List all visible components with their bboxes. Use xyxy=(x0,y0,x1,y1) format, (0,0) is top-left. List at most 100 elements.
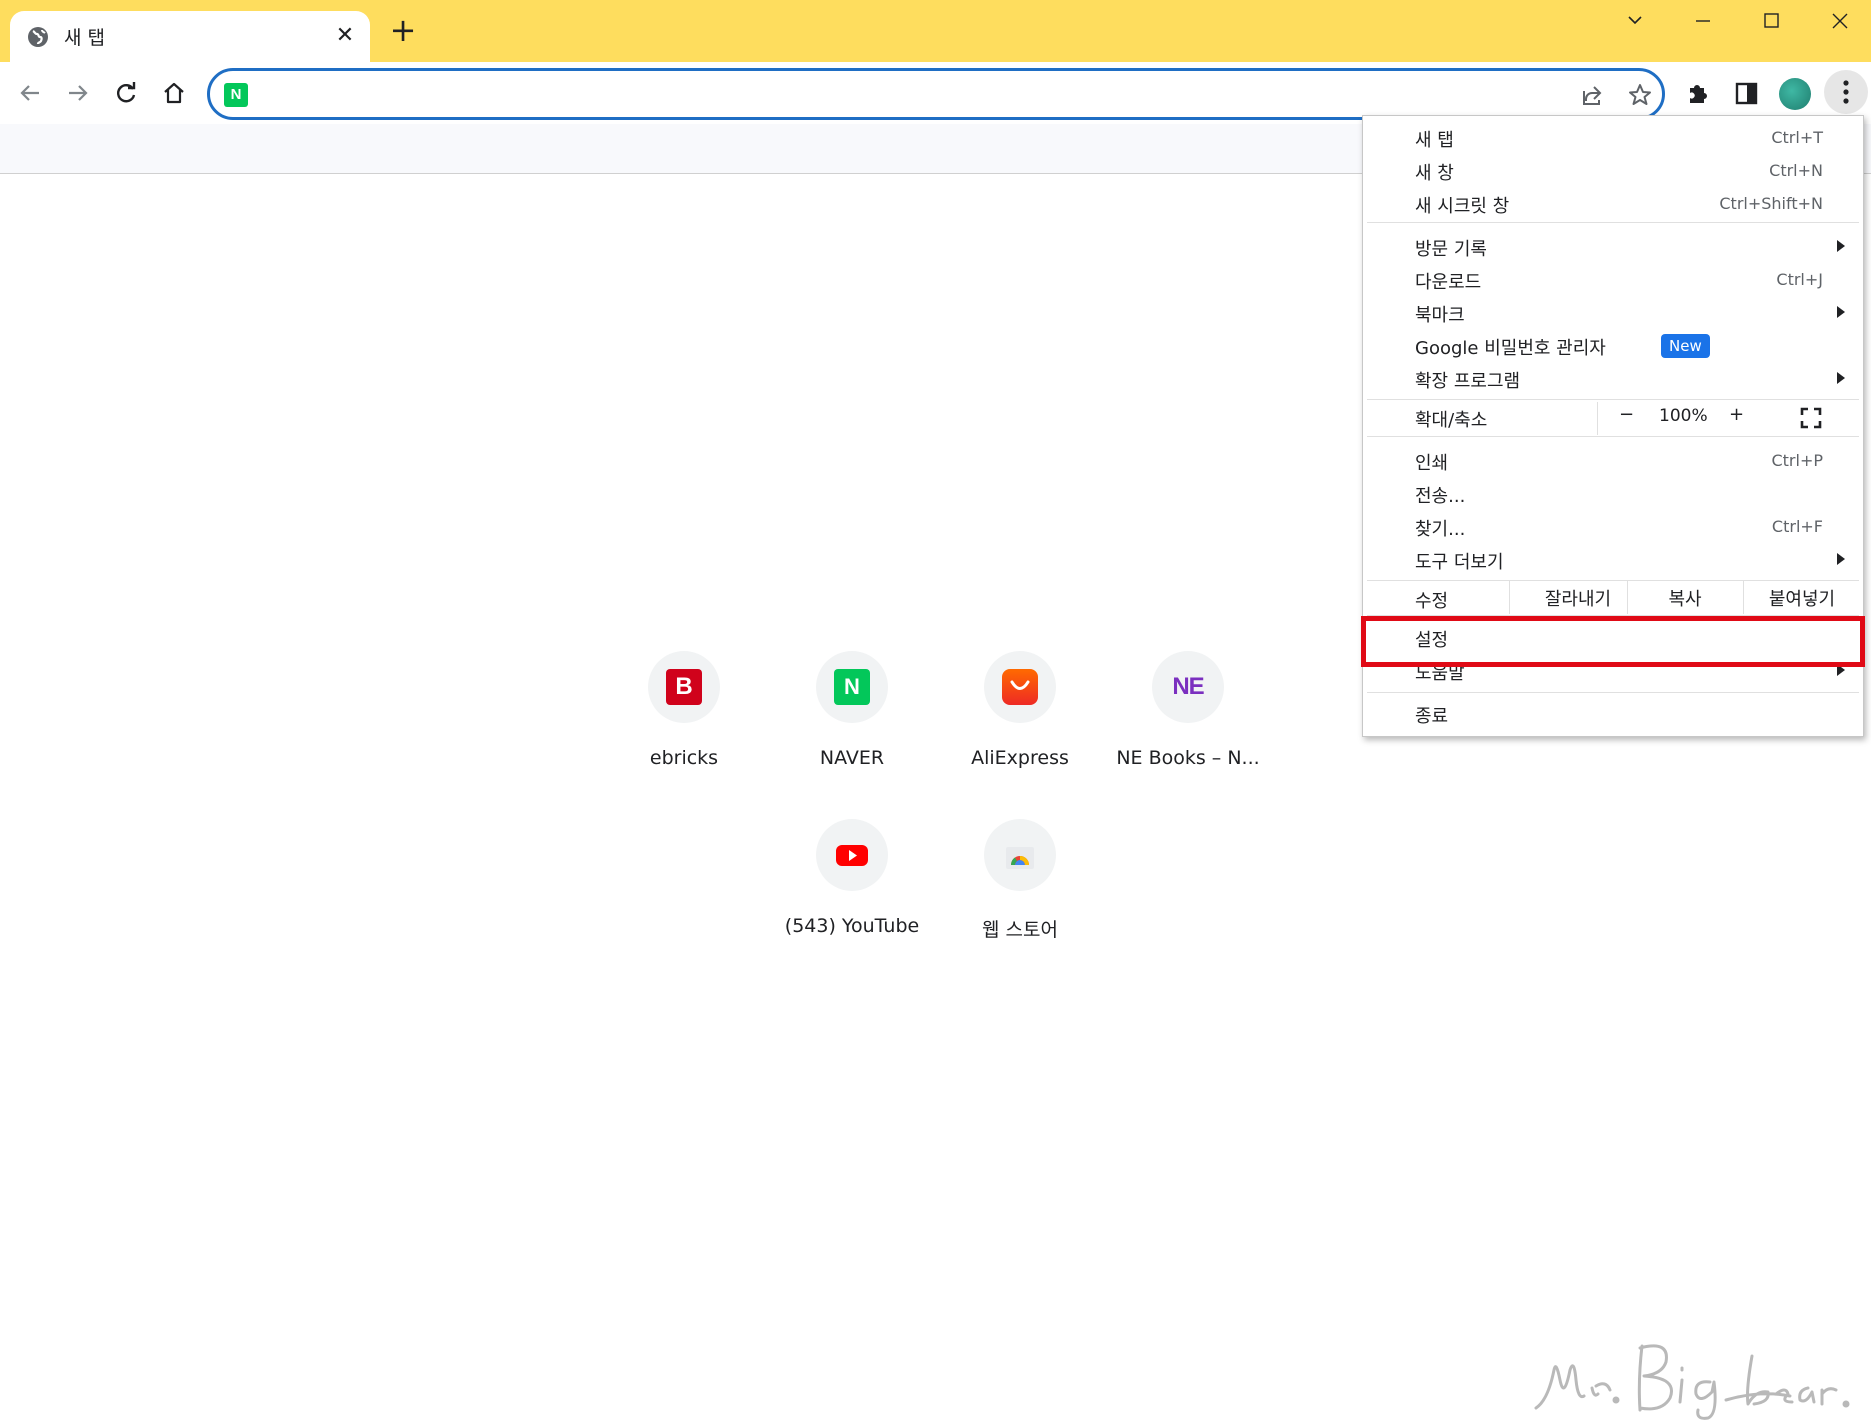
shortcut-ne-books[interactable]: NE NE Books – N... xyxy=(1113,651,1263,801)
ne-books-logo-icon: NE xyxy=(1172,673,1204,700)
menu-item-extensions[interactable]: 확장 프로그램 xyxy=(1363,363,1863,396)
submenu-arrow-icon xyxy=(1837,553,1845,565)
new-badge: New xyxy=(1661,334,1710,358)
shortcut-icon-circle: B xyxy=(648,651,720,723)
shortcut-aliexpress[interactable]: AliExpress xyxy=(945,651,1095,801)
menu-item-exit[interactable]: 종료 xyxy=(1363,698,1863,731)
zoom-out-button[interactable]: − xyxy=(1619,404,1634,425)
edit-divider xyxy=(1509,581,1510,614)
window-close-icon[interactable] xyxy=(1820,6,1860,36)
menu-separator xyxy=(1367,399,1859,400)
submenu-arrow-icon xyxy=(1837,306,1845,318)
menu-separator xyxy=(1367,692,1859,693)
youtube-play-icon xyxy=(834,837,870,873)
menu-item-label: 방문 기록 xyxy=(1415,239,1487,260)
cut-button[interactable]: 잘라내기 xyxy=(1529,585,1627,611)
menu-item-downloads[interactable]: 다운로드 Ctrl+J xyxy=(1363,264,1863,297)
submenu-arrow-icon xyxy=(1837,240,1845,252)
shortcut-icon-circle xyxy=(984,651,1056,723)
paste-button[interactable]: 붙여넣기 xyxy=(1745,585,1859,611)
menu-item-print[interactable]: 인쇄 Ctrl+P xyxy=(1363,445,1863,478)
menu-item-label: 인쇄 xyxy=(1415,453,1449,474)
forward-arrow-icon[interactable] xyxy=(61,76,95,110)
shortcut-youtube[interactable]: (543) YouTube xyxy=(777,819,927,969)
submenu-arrow-icon xyxy=(1837,372,1845,384)
shortcut-icon-circle xyxy=(816,819,888,891)
extensions-puzzle-icon[interactable] xyxy=(1681,76,1715,110)
copy-button[interactable]: 복사 xyxy=(1627,585,1743,611)
menu-item-new-window[interactable]: 새 창 Ctrl+N xyxy=(1363,155,1863,188)
side-panel-icon[interactable] xyxy=(1729,76,1763,110)
settings-highlight-box xyxy=(1361,616,1865,667)
menu-item-cast[interactable]: 전송... xyxy=(1363,478,1863,511)
fullscreen-icon[interactable] xyxy=(1799,406,1823,430)
menu-separator xyxy=(1367,436,1859,437)
menu-item-label: 북마크 xyxy=(1415,305,1465,326)
shortcut-label: ebricks xyxy=(649,747,719,769)
more-menu-button[interactable] xyxy=(1824,70,1868,114)
menu-item-new-incognito[interactable]: 새 시크릿 창 Ctrl+Shift+N xyxy=(1363,188,1863,221)
profile-avatar[interactable] xyxy=(1779,78,1811,110)
aliexpress-bag-icon xyxy=(1002,669,1038,705)
shortcut-label: NE Books – N... xyxy=(1116,747,1260,769)
shortcut-icon-circle xyxy=(984,819,1056,891)
menu-separator xyxy=(1367,222,1859,223)
shortcut-ebricks[interactable]: B ebricks xyxy=(609,651,759,801)
shortcut-naver[interactable]: N NAVER xyxy=(777,651,927,801)
menu-item-edit: 수정 잘라내기 복사 붙여넣기 xyxy=(1363,581,1863,614)
menu-item-shortcut: Ctrl+F xyxy=(1771,517,1823,536)
web-store-icon xyxy=(1002,837,1038,873)
shortcut-web-store[interactable]: 웹 스토어 xyxy=(945,819,1095,969)
bookmark-star-icon[interactable] xyxy=(1626,81,1654,109)
menu-item-label: 새 창 xyxy=(1415,163,1454,184)
tab-close-icon[interactable]: ✕ xyxy=(332,23,358,49)
menu-item-label: Google 비밀번호 관리자 xyxy=(1415,338,1606,359)
shortcut-label: AliExpress xyxy=(971,747,1069,769)
new-tab-button[interactable]: + xyxy=(388,14,418,46)
naver-logo-icon: N xyxy=(834,669,870,705)
zoom-in-button[interactable]: + xyxy=(1729,404,1744,425)
globe-icon xyxy=(26,25,50,49)
menu-item-label: 확대/축소 xyxy=(1415,410,1488,431)
menu-item-label: 확장 프로그램 xyxy=(1415,371,1521,392)
menu-item-bookmarks[interactable]: 북마크 xyxy=(1363,297,1863,330)
menu-item-find[interactable]: 찾기... Ctrl+F xyxy=(1363,511,1863,544)
naver-favicon-icon: N xyxy=(224,83,248,107)
ebricks-logo-icon: B xyxy=(666,669,702,705)
menu-item-shortcut: Ctrl+P xyxy=(1771,451,1823,470)
shortcut-label: 웹 스토어 xyxy=(982,919,1058,941)
menu-item-label: 도구 더보기 xyxy=(1415,552,1504,573)
menu-item-label: 종료 xyxy=(1415,706,1449,727)
menu-item-shortcut: Ctrl+J xyxy=(1776,270,1823,289)
shortcut-label: NAVER xyxy=(819,747,885,769)
menu-item-shortcut: Ctrl+Shift+N xyxy=(1719,194,1823,213)
menu-item-new-tab[interactable]: 새 탭 Ctrl+T xyxy=(1363,122,1863,155)
menu-item-label: 수정 xyxy=(1415,591,1449,612)
shortcut-icon-circle: N xyxy=(816,651,888,723)
tab-title: 새 탭 xyxy=(64,27,105,49)
menu-item-label: 새 시크릿 창 xyxy=(1415,196,1510,217)
address-bar[interactable]: N xyxy=(207,68,1665,120)
menu-item-password-manager[interactable]: Google 비밀번호 관리자 New xyxy=(1363,330,1863,363)
menu-item-more-tools[interactable]: 도구 더보기 xyxy=(1363,544,1863,577)
menu-item-label: 찾기... xyxy=(1415,519,1466,540)
menu-item-history[interactable]: 방문 기록 xyxy=(1363,231,1863,264)
zoom-divider xyxy=(1597,402,1598,435)
minimize-icon[interactable] xyxy=(1683,6,1723,36)
menu-item-label: 새 탭 xyxy=(1415,130,1454,151)
watermark-signature xyxy=(1530,1330,1870,1420)
tab-new-tab[interactable]: 새 탭 ✕ xyxy=(10,11,370,62)
edit-divider xyxy=(1743,581,1744,614)
tab-search-icon[interactable] xyxy=(1615,6,1655,36)
menu-item-label: 전송... xyxy=(1415,486,1466,507)
home-icon[interactable] xyxy=(157,76,191,110)
reload-icon[interactable] xyxy=(109,76,143,110)
menu-item-label: 다운로드 xyxy=(1415,272,1482,293)
menu-item-zoom: 확대/축소 − 100% + xyxy=(1363,402,1863,435)
zoom-level: 100% xyxy=(1659,406,1708,426)
title-bar: 새 탭 ✕ + xyxy=(0,0,1871,62)
shortcut-icon-circle: NE xyxy=(1152,651,1224,723)
share-icon[interactable] xyxy=(1578,81,1606,109)
maximize-icon[interactable] xyxy=(1751,6,1791,36)
back-arrow-icon[interactable] xyxy=(13,76,47,110)
